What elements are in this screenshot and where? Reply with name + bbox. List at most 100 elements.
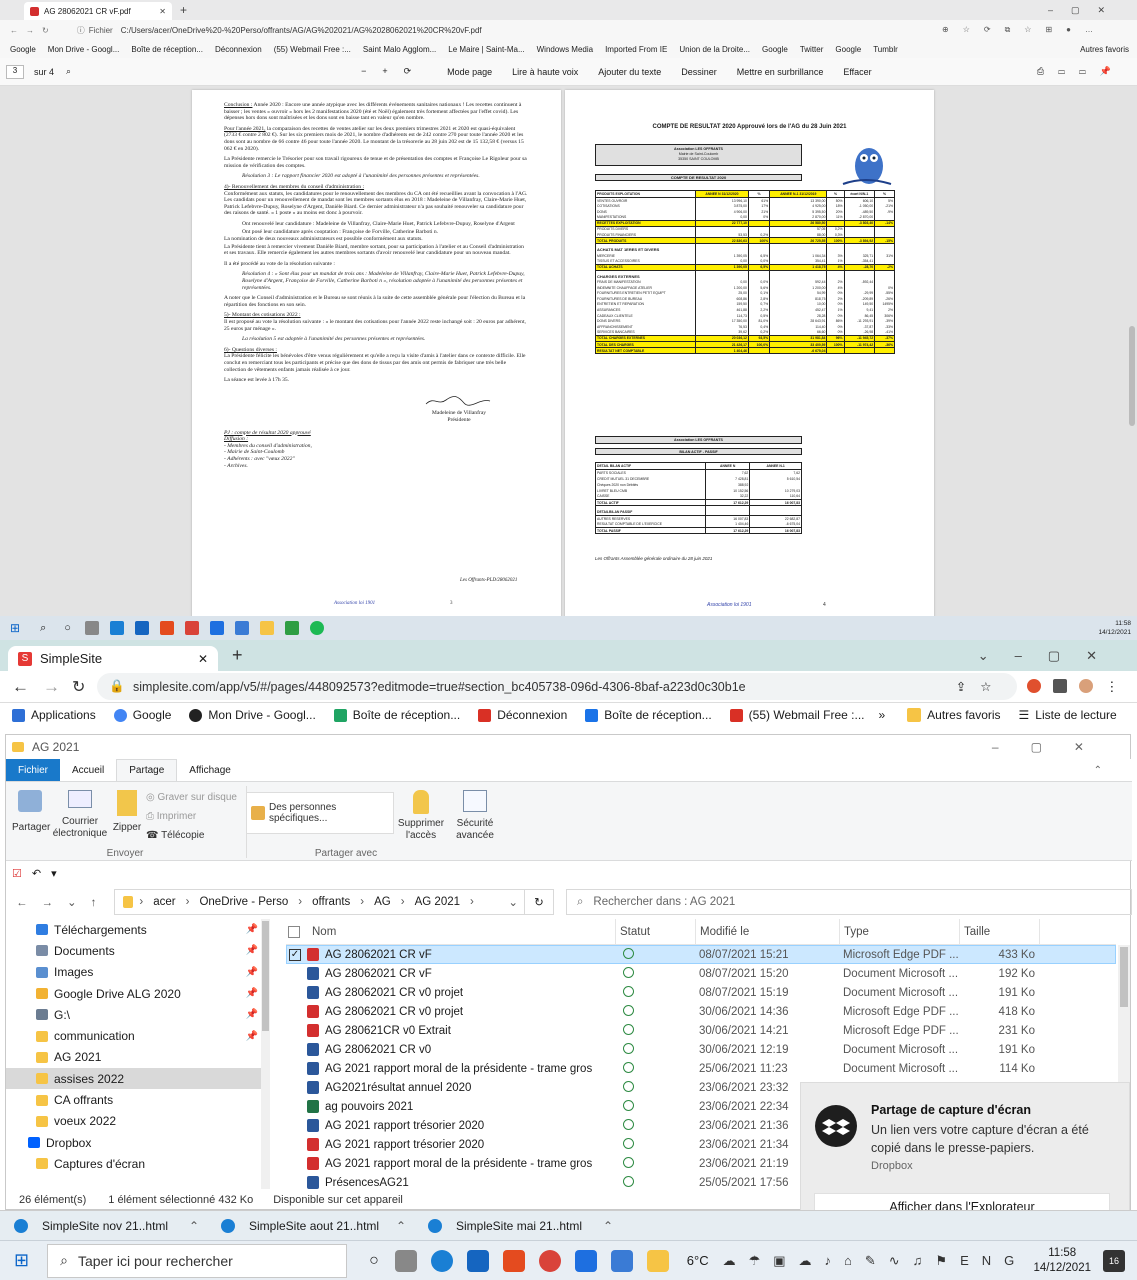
column-header[interactable]: Taille: [960, 919, 1040, 945]
nav-arrows[interactable]: ←→↻: [10, 26, 57, 35]
sidebar-item[interactable]: Google Drive ALG 2020 📌: [6, 983, 268, 1004]
chevron-up-icon[interactable]: ⌃: [603, 1219, 613, 1233]
taskbar-chrome-tab[interactable]: SimpleSite mai 21..html ⌃: [414, 1212, 621, 1240]
row-checkbox[interactable]: [289, 987, 301, 999]
favorite-item[interactable]: Google: [835, 45, 861, 54]
new-tab-icon[interactable]: +: [180, 3, 187, 17]
fax-button[interactable]: ☎ Télécopie: [146, 826, 237, 845]
favorite-item[interactable]: (55) Webmail Free :...: [274, 45, 351, 54]
ribbon-tab[interactable]: Fichier: [6, 759, 61, 781]
chevron-up-icon[interactable]: ⌃: [189, 1219, 199, 1233]
reading-list[interactable]: ☰ Liste de lecture: [1019, 708, 1117, 722]
pdf-tool-button[interactable]: Mode page: [447, 67, 492, 77]
breadcrumb-item[interactable]: AG: [374, 896, 391, 908]
extension-icons[interactable]: ⋮: [1027, 678, 1118, 695]
column-header[interactable]: Statut: [616, 919, 696, 945]
address-input[interactable]: C:/Users/acer/OneDrive%20-%20Perso/offra…: [121, 26, 482, 35]
close-icon[interactable]: ✕: [159, 7, 166, 16]
page-number-input[interactable]: 3: [6, 64, 24, 79]
pdf-tool-button[interactable]: Lire à haute voix: [512, 67, 578, 77]
url-bar[interactable]: 🔒 simplesite.com/app/v5/#/pages/44809257…: [97, 673, 1018, 700]
breadcrumb-item[interactable]: acer: [153, 896, 175, 908]
reload-icon[interactable]: ↻: [72, 677, 85, 697]
ribbon-tab[interactable]: Partage: [116, 759, 178, 781]
breadcrumb-separator[interactable]: ›: [186, 896, 190, 908]
search-icon[interactable]: ⌕: [40, 622, 46, 635]
share-with-list[interactable]: Des personnes spécifiques...: [246, 792, 394, 834]
pin-icon[interactable]: 📌: [246, 924, 258, 935]
row-checkbox[interactable]: [289, 1177, 301, 1189]
row-checkbox[interactable]: [289, 968, 301, 980]
breadcrumb-item[interactable]: offrants: [312, 896, 350, 908]
favorite-item[interactable]: Google: [10, 45, 36, 54]
bookmark-item[interactable]: Mon Drive - Googl...: [189, 708, 316, 722]
breadcrumb-separator[interactable]: ›: [401, 896, 405, 908]
search-icon[interactable]: ⌕: [66, 66, 71, 77]
new-tab-icon[interactable]: +: [232, 645, 243, 666]
favorite-item[interactable]: Le Maire | Saint-Ma...: [448, 45, 524, 54]
quick-access-toolbar[interactable]: ☑ ↶ ▾: [12, 863, 57, 883]
pdf-tool-button[interactable]: Dessiner: [681, 67, 717, 77]
row-checkbox[interactable]: [289, 1082, 301, 1094]
refresh-button[interactable]: ↻: [524, 889, 554, 915]
favorite-item[interactable]: Mon Drive - Googl...: [48, 45, 120, 54]
file-row[interactable]: ✓ AG 28062021 CR vF 08/07/2021 15:21 Micros…: [286, 945, 1116, 964]
zoom-controls[interactable]: −+⟳: [361, 66, 427, 77]
other-favorites[interactable]: Autres favoris: [907, 708, 1001, 722]
pdf-tool-button[interactable]: Effacer: [843, 67, 871, 77]
row-checkbox[interactable]: [289, 1063, 301, 1075]
row-checkbox[interactable]: [289, 1101, 301, 1113]
favorites-folder[interactable]: Autres favoris: [1080, 45, 1129, 54]
task-view-icon[interactable]: ○: [64, 622, 71, 634]
favorite-item[interactable]: Imported From IE: [605, 45, 667, 54]
bookmark-item[interactable]: Applications: [12, 708, 96, 722]
burn-button[interactable]: ◎ Graver sur disque: [146, 788, 237, 807]
sidebar-item[interactable]: G:\ 📌: [6, 1004, 268, 1025]
sidebar-item[interactable]: voeux 2022: [6, 1111, 268, 1132]
breadcrumb[interactable]: › acer › OneDrive - Perso › offrants › AG › AG 20…: [114, 889, 525, 915]
taskbar-chrome-tab[interactable]: SimpleSite nov 21..html ⌃: [0, 1212, 207, 1240]
row-checkbox[interactable]: [289, 1044, 301, 1056]
share-star-icons[interactable]: ⇪☆: [956, 679, 1006, 694]
column-header[interactable]: Nom: [308, 919, 616, 945]
back-icon[interactable]: ←: [12, 677, 29, 697]
row-checkbox[interactable]: [289, 1120, 301, 1132]
favorite-item[interactable]: Tumblr: [873, 45, 898, 54]
chrome-tab-simplesite[interactable]: S SimpleSite ✕: [8, 646, 218, 671]
ribbon-collapse-icon[interactable]: ⌃: [1094, 765, 1102, 776]
sidebar-item[interactable]: assises 2022: [6, 1068, 268, 1090]
favorite-item[interactable]: Union de la Droite...: [679, 45, 750, 54]
favorite-item[interactable]: Déconnexion: [215, 45, 262, 54]
sidebar-item[interactable]: Captures d'écran: [6, 1153, 268, 1174]
pinned-apps[interactable]: [394, 1249, 669, 1272]
bookmark-item[interactable]: Boîte de réception...: [333, 708, 460, 722]
pin-icon[interactable]: 📌: [246, 988, 258, 999]
weather-temp[interactable]: 6°C: [687, 1253, 709, 1268]
bookmarks-more[interactable]: »: [878, 708, 885, 722]
close-icon[interactable]: ✕: [198, 652, 208, 666]
sidebar-item[interactable]: CA offrants: [6, 1089, 268, 1110]
sidebar-item[interactable]: Documents 📌: [6, 940, 268, 961]
forward-icon[interactable]: →: [43, 677, 60, 697]
favorite-item[interactable]: Windows Media: [537, 45, 593, 54]
favorite-item[interactable]: Boîte de réception...: [131, 45, 203, 54]
windows-start-icon[interactable]: ⊞: [10, 621, 20, 635]
taskbar-search[interactable]: ⌕ Taper ici pour rechercher: [47, 1243, 348, 1278]
file-row[interactable]: AG 28062021 CR v0 30/06/2021 12:19 Documen…: [286, 1040, 1116, 1059]
search-box[interactable]: ⌕ Rechercher dans : AG 2021: [565, 889, 1132, 915]
system-tray-icons[interactable]: ☁☂▣☁♪⌂✎∿♫⚑ENG: [723, 1253, 1028, 1269]
chevron-down-icon[interactable]: ⌄: [508, 895, 518, 909]
column-header[interactable]: Modifié le: [696, 919, 840, 945]
row-checkbox[interactable]: [289, 1006, 301, 1018]
email-button[interactable]: Courrier électronique: [52, 790, 108, 840]
sidebar-scrollbar[interactable]: [261, 919, 270, 1189]
pin-icon[interactable]: 📌: [246, 945, 258, 956]
file-row[interactable]: AG 28062021 CR v0 projet 30/06/2021 14:36…: [286, 1002, 1116, 1021]
file-row[interactable]: AG 280621CR v0 Extrait 30/06/2021 14:21 Mi…: [286, 1021, 1116, 1040]
bookmark-item[interactable]: Google: [113, 708, 171, 722]
bookmark-item[interactable]: Boîte de réception...: [585, 708, 712, 722]
ribbon-tab[interactable]: Accueil: [60, 759, 116, 781]
row-checkbox[interactable]: ✓: [289, 948, 301, 961]
breadcrumb-item[interactable]: AG 2021: [415, 896, 460, 908]
breadcrumb-separator[interactable]: ›: [139, 896, 143, 908]
